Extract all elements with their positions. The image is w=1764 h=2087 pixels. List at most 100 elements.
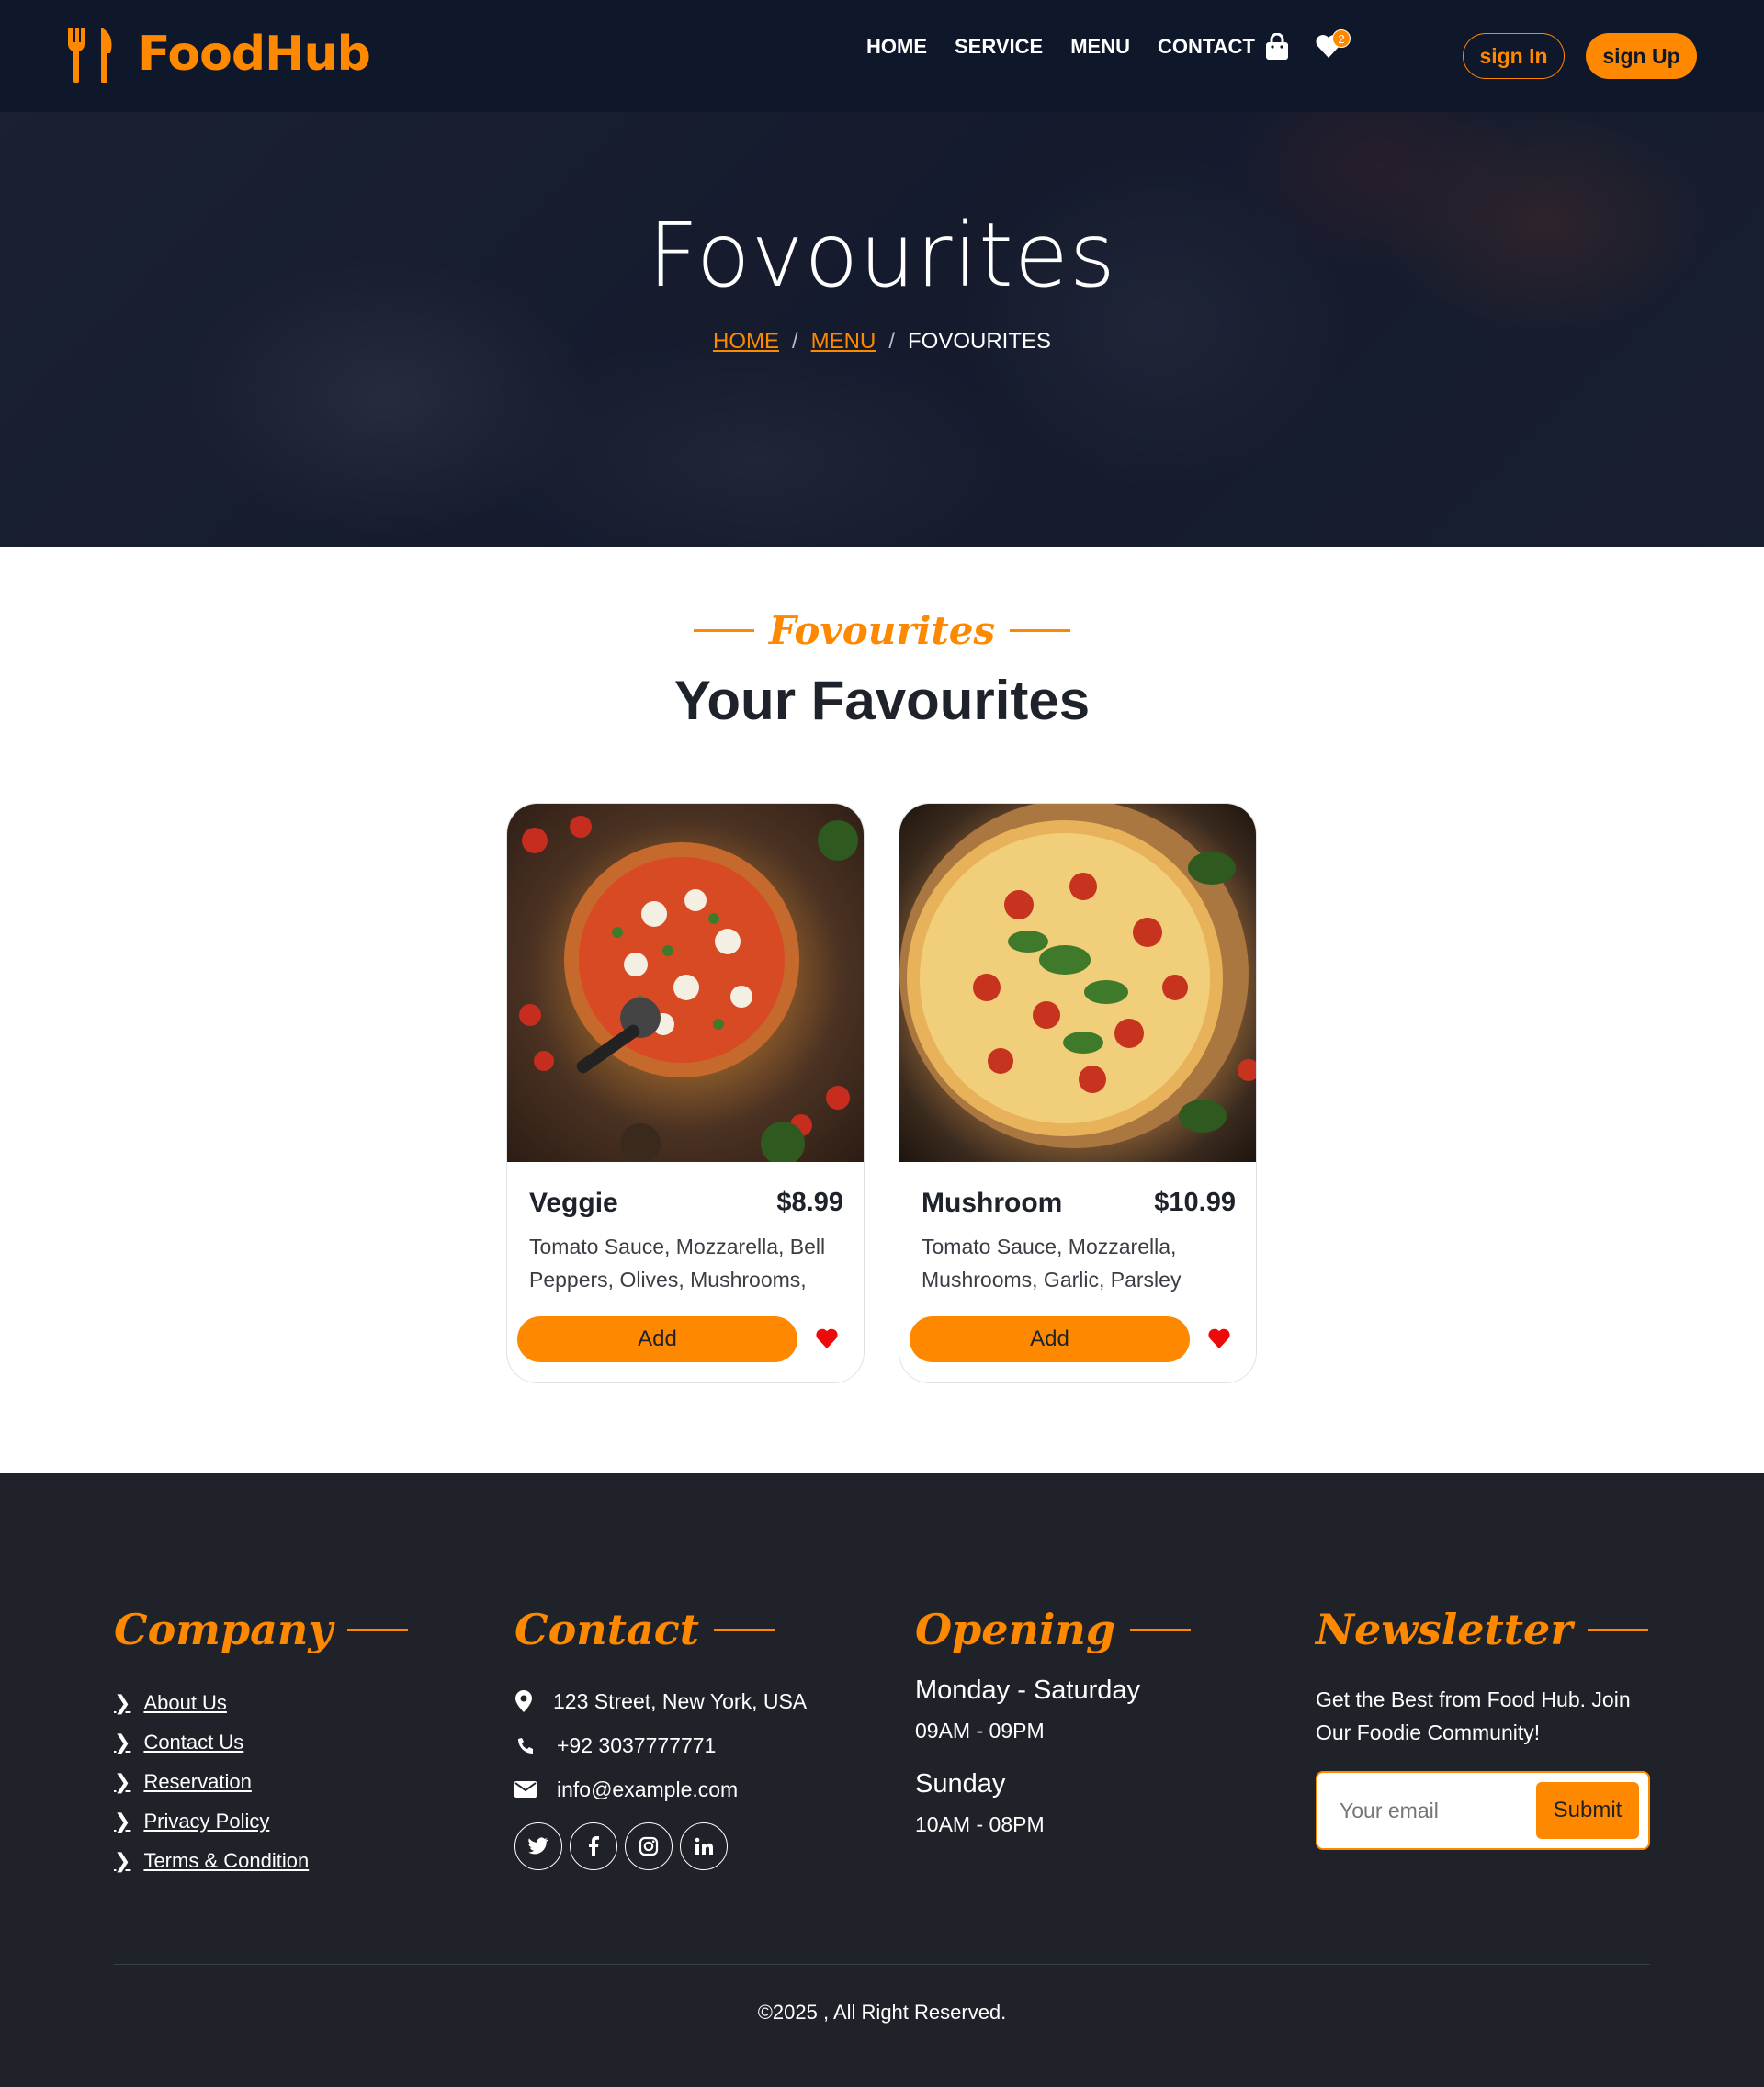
opening-heading: Opening: [915, 1605, 1116, 1654]
envelope-icon: [514, 1781, 537, 1798]
link-label: Reservation: [143, 1769, 252, 1793]
phone-icon: [518, 1738, 533, 1754]
linkedin-icon[interactable]: [680, 1822, 728, 1870]
footer-heading: Newsletter: [1316, 1602, 1656, 1657]
opening-days-sunday: Sunday: [915, 1769, 1006, 1799]
nav-home-link[interactable]: HOME: [866, 35, 927, 59]
copyright-text: ©2025 , All Right Reserved.: [757, 2001, 1007, 2024]
hero-banner: Fovourites HOME / MENU / FOVOURITES: [0, 112, 1764, 547]
footer-heading: Company: [114, 1602, 409, 1657]
link-label: Contact Us: [143, 1730, 244, 1754]
breadcrumb-menu-link[interactable]: MENU: [811, 329, 876, 355]
heading-line: [1587, 1628, 1648, 1631]
social-links: [514, 1822, 807, 1870]
chevron-right-icon: ❯: [114, 1809, 131, 1833]
product-description: Tomato Sauce, Mozzarella, Bell Peppers, …: [529, 1235, 826, 1292]
breadcrumb-separator: /: [791, 329, 798, 354]
about-us-link[interactable]: ❯ About Us: [114, 1683, 408, 1722]
contact-heading: Contact: [514, 1605, 700, 1654]
product-price: $10.99: [1154, 1188, 1236, 1217]
privacy-policy-link[interactable]: ❯ Privacy Policy: [114, 1801, 408, 1841]
subtitle-line-left: [693, 629, 754, 632]
footer: Company ❯ About Us ❯ Contact Us ❯ Reservati…: [0, 1473, 1764, 2087]
heading-line: [1130, 1628, 1192, 1631]
newsletter-email-input[interactable]: [1340, 1789, 1523, 1832]
card-body: Veggie $8.99 Tomato Sauce, Mozzarella, B…: [507, 1162, 864, 1382]
favourite-heart-icon[interactable]: [815, 1327, 839, 1349]
breadcrumb-separator: /: [888, 329, 895, 354]
brand-logo[interactable]: FoodHub: [64, 26, 371, 83]
breadcrumb-current: FOVOURITES: [908, 329, 1052, 354]
main-nav: HOME SERVICE MENU CONTACT: [866, 35, 1255, 59]
section-subtitle-text: Fovourites: [768, 608, 996, 653]
newsletter-form: Submit: [1316, 1771, 1650, 1850]
nav-service-link[interactable]: SERVICE: [955, 35, 1043, 59]
footer-newsletter: Newsletter Get the Best from Food Hub. J…: [1316, 1602, 1656, 1850]
heading-line: [714, 1628, 775, 1631]
navbar: FoodHub HOME SERVICE MENU CONTACT 2 sign…: [0, 0, 1764, 112]
pizza-illustration: [519, 816, 858, 1162]
favourite-card: Mushroom $10.99 Tomato Sauce, Mozzarella…: [899, 803, 1257, 1383]
terms-link[interactable]: ❯ Terms & Condition: [114, 1841, 408, 1880]
favourites-count-badge: 2: [1332, 29, 1351, 48]
section-title: Your Favourites: [673, 670, 1091, 731]
product-name: Veggie: [529, 1188, 618, 1218]
address-row: 123 Street, New York, USA: [514, 1679, 807, 1723]
section-subtitle: Fovourites: [0, 608, 1764, 653]
heading-line: [347, 1628, 409, 1631]
address-text: 123 Street, New York, USA: [553, 1688, 808, 1713]
product-description: Tomato Sauce, Mozzarella, Mushrooms, Gar…: [922, 1235, 1182, 1292]
facebook-icon[interactable]: [570, 1822, 617, 1870]
opening-days-weekdays: Monday - Saturday: [915, 1675, 1141, 1705]
chevron-right-icon: ❯: [114, 1690, 131, 1714]
favourite-heart-icon[interactable]: [1207, 1327, 1231, 1349]
product-price: $8.99: [776, 1188, 843, 1217]
sign-up-button[interactable]: sign Up: [1586, 33, 1697, 79]
link-label: Privacy Policy: [143, 1809, 270, 1833]
footer-opening: Opening Monday - Saturday 09AM - 09PM Su…: [915, 1602, 1192, 1837]
company-heading: Company: [114, 1605, 334, 1654]
company-links: ❯ About Us ❯ Contact Us ❯ Reservation ❯ Priv…: [114, 1683, 408, 1880]
newsletter-heading: Newsletter: [1316, 1605, 1573, 1654]
phone-row: +92 3037777771: [514, 1723, 807, 1767]
nav-contact-link[interactable]: CONTACT: [1158, 35, 1255, 59]
twitter-icon[interactable]: [514, 1822, 562, 1870]
footer-company: Company ❯ About Us ❯ Contact Us ❯ Reservati…: [114, 1602, 409, 1880]
utensils-icon: [67, 28, 112, 83]
contact-details: 123 Street, New York, USA +92 3037777771…: [514, 1679, 807, 1870]
reservation-link[interactable]: ❯ Reservation: [114, 1762, 408, 1801]
footer-divider: [114, 1964, 1650, 1965]
product-name: Mushroom: [922, 1188, 1063, 1218]
newsletter-submit-button[interactable]: Submit: [1536, 1782, 1639, 1839]
instagram-icon[interactable]: [625, 1822, 673, 1870]
breadcrumb-home-link[interactable]: HOME: [713, 329, 779, 355]
breadcrumb: HOME / MENU / FOVOURITES: [0, 329, 1764, 355]
chevron-right-icon: ❯: [114, 1848, 131, 1872]
shopping-bag-icon[interactable]: [1264, 33, 1290, 61]
veggie-pizza-image: [507, 804, 864, 1162]
footer-contact: Contact 123 Street, New York, USA +92 30…: [514, 1602, 807, 1870]
card-body: Mushroom $10.99 Tomato Sauce, Mozzarella…: [899, 1162, 1256, 1382]
email-row: info@example.com: [514, 1767, 807, 1811]
nav-menu-link[interactable]: MENU: [1070, 35, 1130, 59]
newsletter-text: Get the Best from Food Hub. Join Our Foo…: [1316, 1687, 1631, 1744]
page-title: Fovourites: [648, 204, 1116, 307]
chevron-right-icon: ❯: [114, 1730, 131, 1754]
map-pin-icon: [515, 1690, 532, 1712]
sign-in-button[interactable]: sign In: [1463, 33, 1565, 79]
mushroom-pizza-image: [899, 804, 1256, 1162]
brand-name: FoodHub: [138, 27, 371, 82]
footer-heading: Contact: [514, 1602, 807, 1657]
add-to-cart-button[interactable]: Add: [517, 1316, 797, 1362]
footer-heading: Opening: [915, 1602, 1192, 1657]
add-to-cart-button[interactable]: Add: [910, 1316, 1190, 1362]
favourite-card: Veggie $8.99 Tomato Sauce, Mozzarella, B…: [506, 803, 865, 1383]
contact-us-link[interactable]: ❯ Contact Us: [114, 1722, 408, 1762]
opening-time-sunday: 10AM - 08PM: [915, 1812, 1045, 1836]
pizza-illustration: [899, 804, 1256, 1148]
link-label: Terms & Condition: [143, 1848, 310, 1872]
chevron-right-icon: ❯: [114, 1769, 131, 1793]
opening-time-weekdays: 09AM - 09PM: [915, 1719, 1045, 1743]
opening-hours: Monday - Saturday 09AM - 09PM Sunday 10A…: [915, 1675, 1191, 1837]
subtitle-line-right: [1010, 629, 1071, 632]
